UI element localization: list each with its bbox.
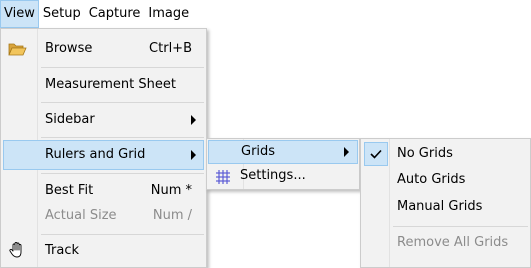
submenu-arrow-icon: [191, 115, 196, 125]
menu-item-browse[interactable]: Browse Ctrl+B: [3, 34, 204, 64]
menu-item-shortcut: Ctrl+B: [149, 41, 192, 56]
menubar-view[interactable]: View: [0, 0, 39, 28]
menu-item-auto-grids[interactable]: Auto Grids: [362, 168, 529, 194]
menu-item-label: Settings...: [240, 168, 306, 183]
menu-item-shortcut: Num /: [152, 208, 192, 223]
grids-submenu: No Grids Auto Grids Manual Grids Remove …: [360, 138, 531, 268]
menu-separator: [41, 67, 204, 68]
submenu-arrow-icon: [344, 147, 349, 157]
view-menu: Browse Ctrl+B Measurement Sheet Sidebar …: [0, 28, 207, 268]
menu-item-measurement-sheet[interactable]: Measurement Sheet: [3, 70, 204, 100]
rulers-grid-submenu: Grids Settings...: [206, 138, 360, 190]
menu-item-label: Best Fit: [45, 183, 94, 198]
menu-separator: [41, 137, 204, 138]
menu-item-label: Track: [45, 243, 80, 258]
menu-item-label: Grids: [241, 144, 276, 159]
menu-item-settings[interactable]: Settings...: [208, 164, 358, 190]
menu-bar: View Setup Capture Image: [0, 0, 300, 28]
checkmark-icon: [364, 142, 388, 166]
menu-separator: [41, 173, 204, 174]
menu-item-label: Rulers and Grid: [45, 147, 146, 162]
menu-item-track[interactable]: Track: [3, 236, 204, 266]
hand-icon: [7, 240, 27, 260]
menu-item-label: No Grids: [397, 146, 453, 161]
folder-open-icon: [7, 39, 27, 59]
menu-item-label: Sidebar: [45, 112, 95, 127]
menu-item-remove-all-grids: Remove All Grids: [362, 229, 529, 257]
menu-separator: [41, 234, 204, 235]
menu-item-label: Remove All Grids: [397, 235, 509, 250]
menu-separator: [393, 226, 528, 227]
menu-item-label: Measurement Sheet: [45, 77, 176, 92]
menu-item-label: Browse: [45, 41, 93, 56]
menubar-capture[interactable]: Capture: [85, 0, 145, 28]
menu-item-shortcut: Num *: [150, 183, 192, 198]
submenu-arrow-icon: [191, 150, 196, 160]
menu-item-label: Manual Grids: [397, 199, 483, 214]
menu-item-sidebar[interactable]: Sidebar: [3, 105, 204, 135]
menu-item-grids[interactable]: Grids: [208, 140, 358, 164]
menu-separator: [41, 102, 204, 103]
menu-item-manual-grids[interactable]: Manual Grids: [362, 194, 529, 220]
menu-item-label: Actual Size: [45, 208, 117, 223]
menu-item-no-grids[interactable]: No Grids: [362, 140, 529, 168]
grid-icon: [213, 167, 233, 187]
menu-item-label: Auto Grids: [397, 172, 466, 187]
menu-item-actual-size: Actual Size Num /: [3, 201, 204, 231]
menubar-setup[interactable]: Setup: [39, 0, 85, 28]
menu-item-rulers-and-grid[interactable]: Rulers and Grid: [3, 140, 204, 170]
menubar-image[interactable]: Image: [144, 0, 193, 28]
